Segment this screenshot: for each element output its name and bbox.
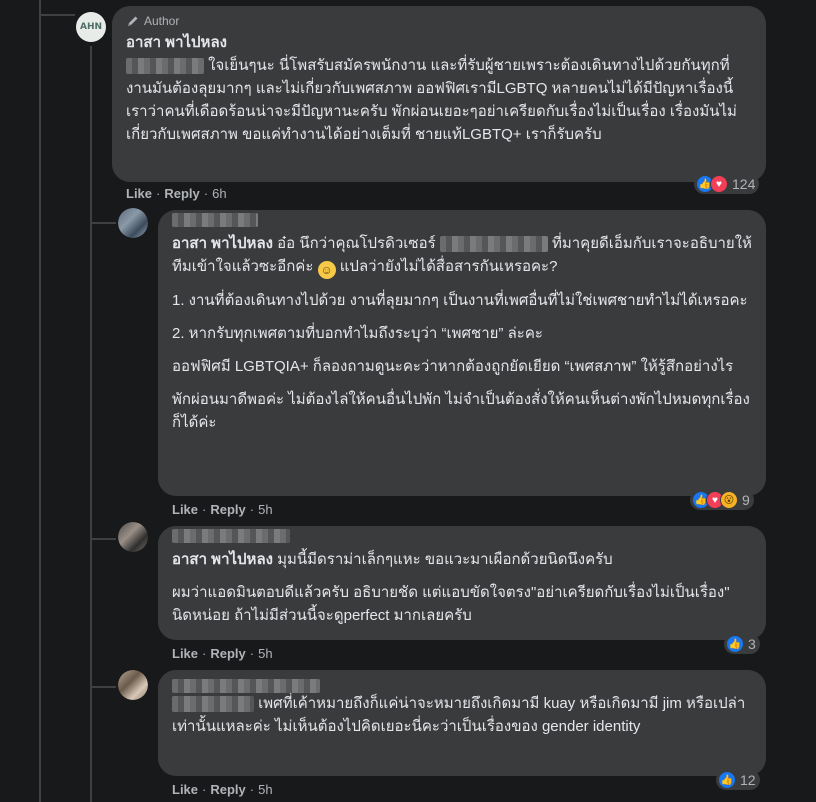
reaction-summary[interactable]: 👍 ♥ 124 [694,174,760,194]
redacted-name [172,679,320,694]
commenter-name[interactable]: อาสา พาไปหลง [126,30,752,54]
like-button[interactable]: Like [172,502,198,517]
like-button[interactable]: Like [172,646,198,661]
comment-bubble: Author อาสา พาไปหลง ใจเย็นๆนะ นี่โพสรับส… [112,6,766,182]
like-reaction-icon: 👍 [726,635,744,653]
reaction-count: 12 [740,772,756,788]
comment-paragraph: ออฟฟิศมี LGBTQIA+ ก็ลองถามดูนะคะว่าหากต้… [172,358,734,375]
comment-bubble: อาสา พาไปหลง อ๋อ นึกว่าคุณโปรดิวเซอร์ ที… [158,210,766,496]
comment-paragraph: อาสา พาไปหลง อ๋อ นึกว่าคุณโปรดิวเซอร์ ที… [172,235,752,279]
redacted-name [172,529,290,544]
blurred-avatar [118,208,148,238]
comment-paragraph: ผมว่าแอดมินตอบดีแล้วครับ อธิบายชัด แต่แอ… [172,584,730,624]
redacted-mention [126,58,204,75]
avatar-logo: AHN [79,22,103,32]
reply-button[interactable]: Reply [210,502,245,517]
comment-actions: Like · Reply · 5h [172,502,273,517]
thread-connector [90,222,116,224]
avatar[interactable] [118,522,148,552]
reaction-summary[interactable]: 👍 12 [716,770,760,790]
redacted-mention [172,696,254,713]
timestamp[interactable]: 5h [258,782,272,797]
comment-header-line [172,208,258,231]
comment-actions: Like · Reply · 5h [172,646,273,661]
avatar[interactable] [118,208,148,238]
avatar[interactable]: AHN [76,12,106,42]
avatar[interactable] [118,670,148,700]
thread-connector [90,538,116,540]
comment-bubble: อาสา พาไปหลง มุมนี้มีดราม่าเล็กๆแหะ ขอแว… [158,526,766,640]
reaction-summary[interactable]: 👍 ♥ 😮 9 [690,490,754,510]
timestamp[interactable]: 5h [258,502,272,517]
comment-paragraph: 1. งานที่ต้องเดินทางไปด้วย งานที่ลุยมากๆ… [172,292,748,309]
comment-paragraph: 2. หากรับทุกเพศตามที่บอกทำไมถึงระบุว่า “… [172,325,543,342]
timestamp[interactable]: 6h [212,186,226,201]
comment-actions: Like · Reply · 6h [126,186,227,201]
like-reaction-icon: 👍 [718,771,736,789]
comment-actions: Like · Reply · 5h [172,782,273,797]
thread-connector [90,686,116,688]
reaction-summary[interactable]: 👍 3 [724,634,760,654]
redacted-name [172,213,258,228]
reaction-count: 124 [732,176,756,192]
like-button[interactable]: Like [126,186,152,201]
thread-line-inner [90,46,92,802]
mention-link[interactable]: อาสา พาไปหลง [172,235,273,252]
comment-body: ใจเย็นๆนะ นี่โพสรับสมัครพนักงาน และที่รั… [126,57,737,143]
comment-paragraph: พักผ่อนมาดีพอค่ะ ไม่ต้องไล่ให้คนอื่นไปพั… [172,391,750,431]
reaction-count: 9 [742,492,750,508]
blurred-avatar [118,670,148,700]
reply-button[interactable]: Reply [210,646,245,661]
comment-paragraph: เพศที่เค้าหมายถึงก็แค่น่าจะหมายถึงเกิดมา… [172,692,752,738]
reaction-count: 3 [748,636,756,652]
comment-body: เพศที่เค้าหมายถึงก็แค่น่าจะหมายถึงเกิดมา… [172,695,746,735]
blurred-avatar [118,522,148,552]
comment-bubble: เพศที่เค้าหมายถึงก็แค่น่าจะหมายถึงเกิดมา… [158,670,766,776]
comment-paragraph: อาสา พาไปหลง มุมนี้มีดราม่าเล็กๆแหะ ขอแว… [172,551,613,568]
wow-reaction-icon: 😮 [720,491,738,509]
pencil-icon [128,16,138,26]
mention-link[interactable]: อาสา พาไปหลง [172,551,273,568]
reply-button[interactable]: Reply [210,782,245,797]
timestamp[interactable]: 5h [258,646,272,661]
redacted-mention [439,236,548,253]
like-button[interactable]: Like [172,782,198,797]
comment-text: ใจเย็นๆนะ นี่โพสรับสมัครพนักงาน และที่รั… [126,54,752,146]
reply-button[interactable]: Reply [164,186,199,201]
author-badge: Author [126,14,752,28]
love-reaction-icon: ♥ [710,175,728,193]
thread-connector [39,14,75,16]
smile-emoji-icon: ☺ [317,261,336,279]
thread-line-outer [39,0,41,802]
author-badge-label: Author [144,14,180,28]
